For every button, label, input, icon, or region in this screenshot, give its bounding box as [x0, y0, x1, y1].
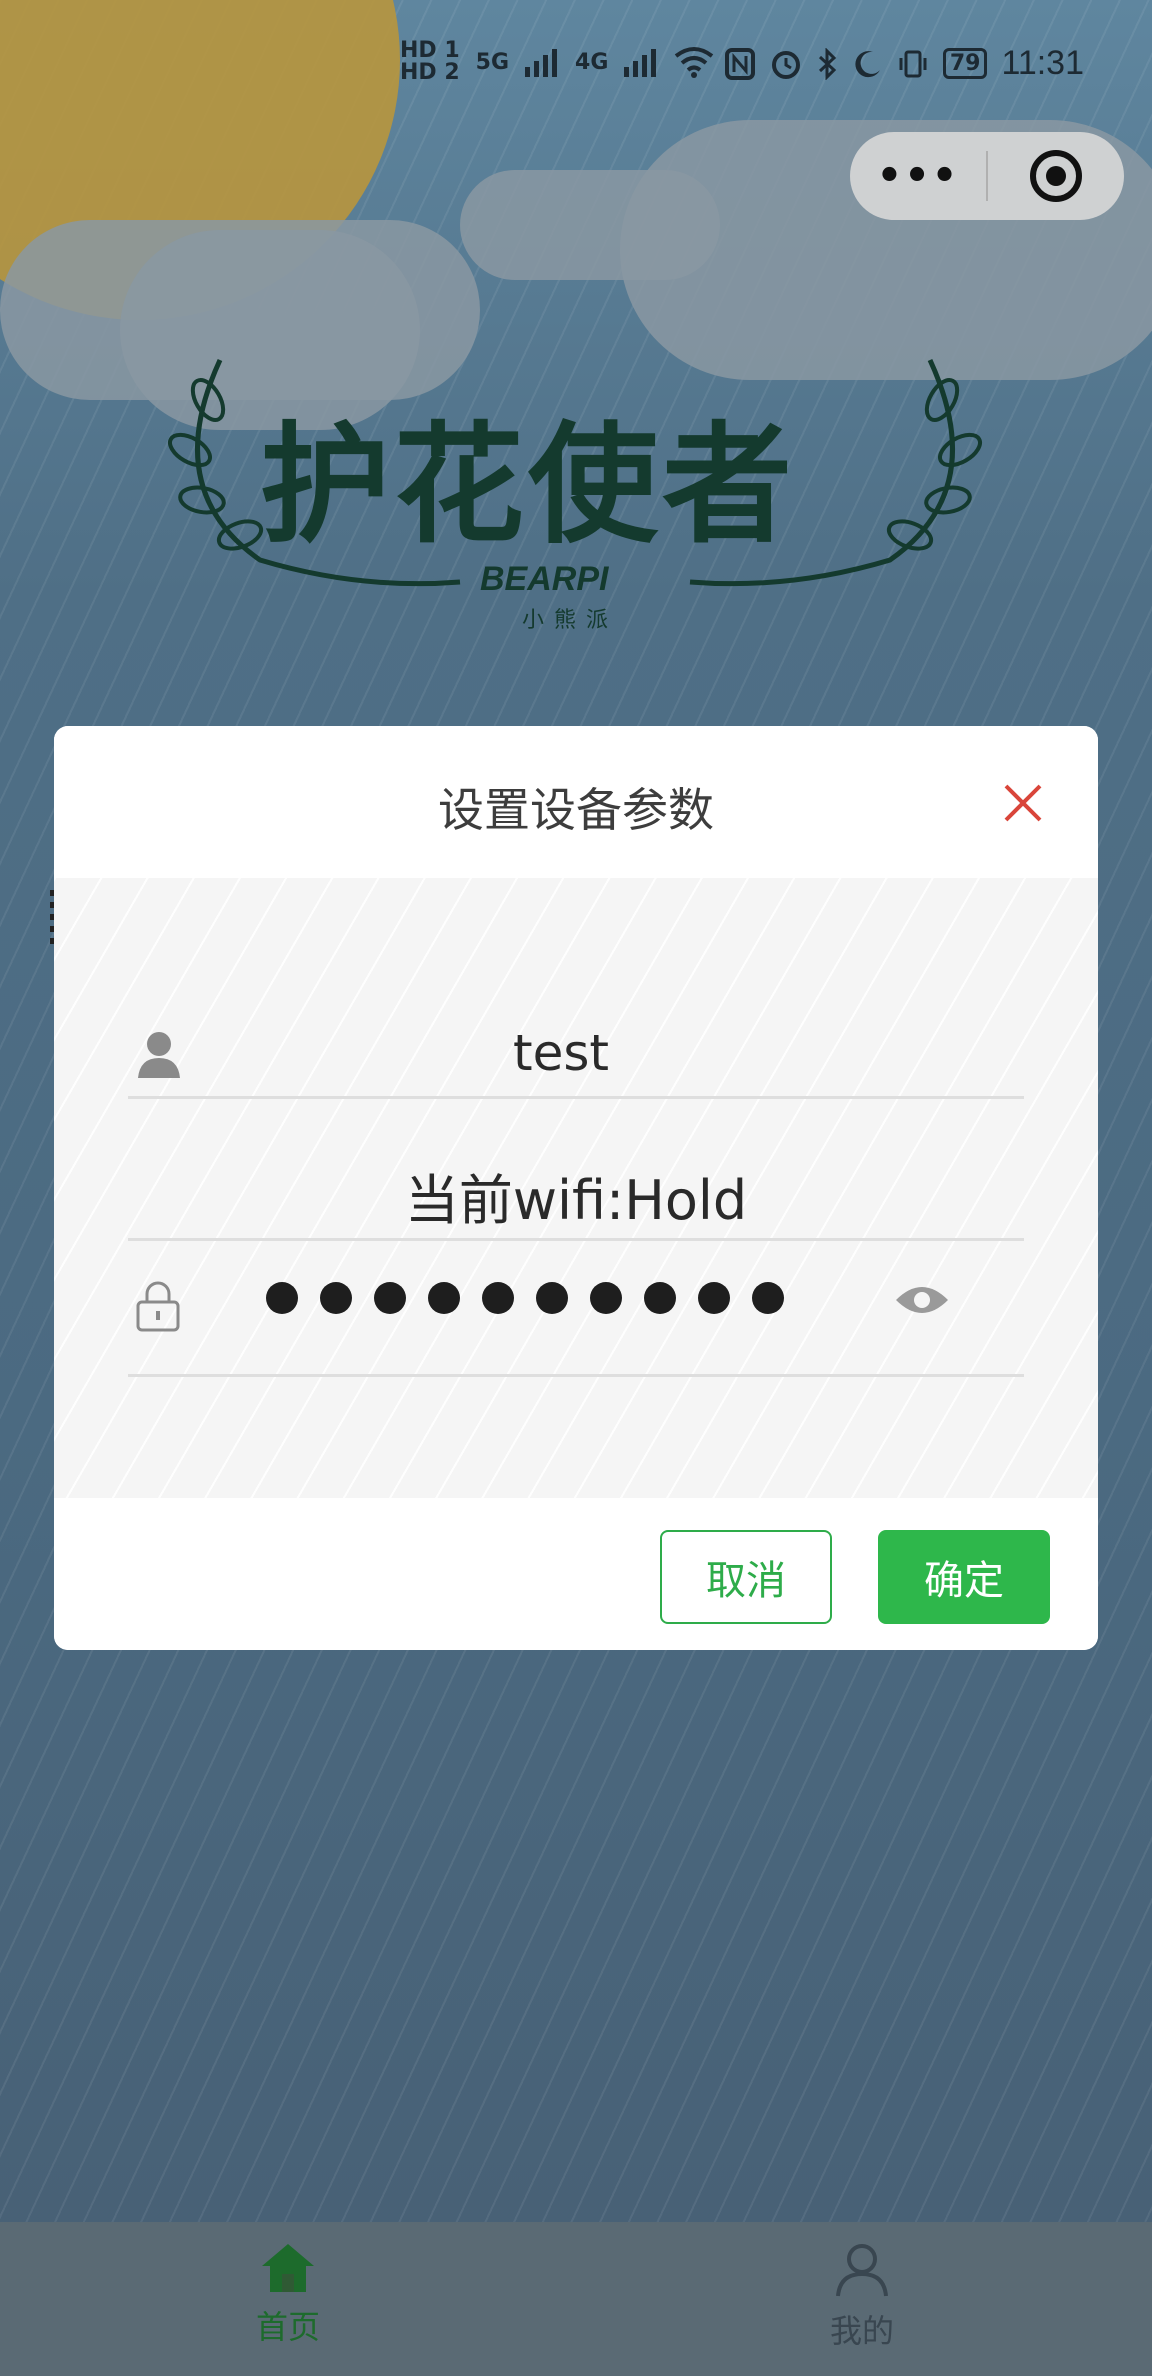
app-logo: 护花使者 BEARPI 小熊派: [160, 340, 990, 640]
network2-label: 4G: [575, 49, 609, 75]
password-dot: [644, 1282, 676, 1314]
password-field[interactable]: [128, 1240, 1024, 1377]
password-dot: [428, 1282, 460, 1314]
show-password-icon[interactable]: [894, 1280, 950, 1320]
sim2-label: HD 2: [400, 60, 460, 85]
password-dot: [536, 1282, 568, 1314]
username-value: test: [512, 1024, 610, 1082]
tab-mine[interactable]: 我的: [762, 2242, 962, 2352]
password-dot: [482, 1282, 514, 1314]
wifi-field: 当前wifi:Hold: [128, 1096, 1024, 1241]
wifi-label: 当前wifi:Hold: [404, 1169, 748, 1232]
signal-indicators: HD 1 HD 2 5G 4G: [400, 40, 714, 84]
nfc-icon: [724, 47, 755, 80]
status-bar: HD 1 HD 2 5G 4G 79 11:31: [0, 40, 1152, 100]
password-mask: [266, 1282, 784, 1314]
system-indicators: 79 11:31: [724, 44, 1084, 83]
battery-indicator: 79: [942, 48, 988, 79]
tab-home[interactable]: 首页: [188, 2242, 388, 2348]
target-icon: [1030, 150, 1082, 202]
tab-mine-label: 我的: [829, 2312, 894, 2350]
dialog-header: 设置设备参数: [54, 726, 1098, 878]
confirm-button[interactable]: 确定: [878, 1530, 1050, 1624]
home-icon: [262, 2244, 314, 2292]
lock-icon: [136, 1281, 180, 1332]
password-dot: [752, 1282, 784, 1314]
username-field[interactable]: test: [128, 1006, 1024, 1099]
logo-title: 护花使者: [260, 409, 797, 561]
password-dot: [320, 1282, 352, 1314]
tab-home-label: 首页: [255, 2308, 320, 2346]
sim1-label: HD 1: [400, 38, 460, 63]
dialog-footer: 取消 确定: [54, 1498, 1098, 1650]
password-dot: [374, 1282, 406, 1314]
more-menu-button[interactable]: •••: [850, 153, 986, 199]
wifi-icon: [675, 47, 714, 78]
brand-subtitle: 小熊派: [522, 608, 619, 633]
dialog-title: 设置设备参数: [438, 783, 714, 837]
moon-icon: [855, 50, 880, 77]
close-dialog-button[interactable]: [996, 776, 1050, 830]
password-dot: [698, 1282, 730, 1314]
user-icon: [836, 2244, 888, 2297]
miniprogram-capsule: •••: [850, 132, 1124, 220]
tab-bar: 首页 我的: [0, 2222, 1152, 2376]
close-miniprogram-button[interactable]: [988, 148, 1124, 204]
bluetooth-icon: [818, 47, 836, 80]
device-settings-dialog: 设置设备参数 test 当前wifi:Hold 取消 确定: [54, 726, 1098, 1650]
cloud-decoration: [460, 170, 720, 280]
signal-icon: [624, 49, 657, 77]
alarm-icon: [771, 50, 800, 79]
close-icon: [1004, 784, 1042, 822]
dialog-body: test 当前wifi:Hold: [54, 878, 1098, 1498]
password-dot: [266, 1282, 298, 1314]
brand-name: BEARPI: [480, 560, 609, 598]
password-dot: [590, 1282, 622, 1314]
signal-icon: [525, 49, 558, 77]
cancel-button[interactable]: 取消: [660, 1530, 832, 1624]
vibrate-icon: [899, 50, 927, 77]
clock: 11:31: [1001, 44, 1084, 82]
network1-label: 5G: [475, 49, 510, 75]
